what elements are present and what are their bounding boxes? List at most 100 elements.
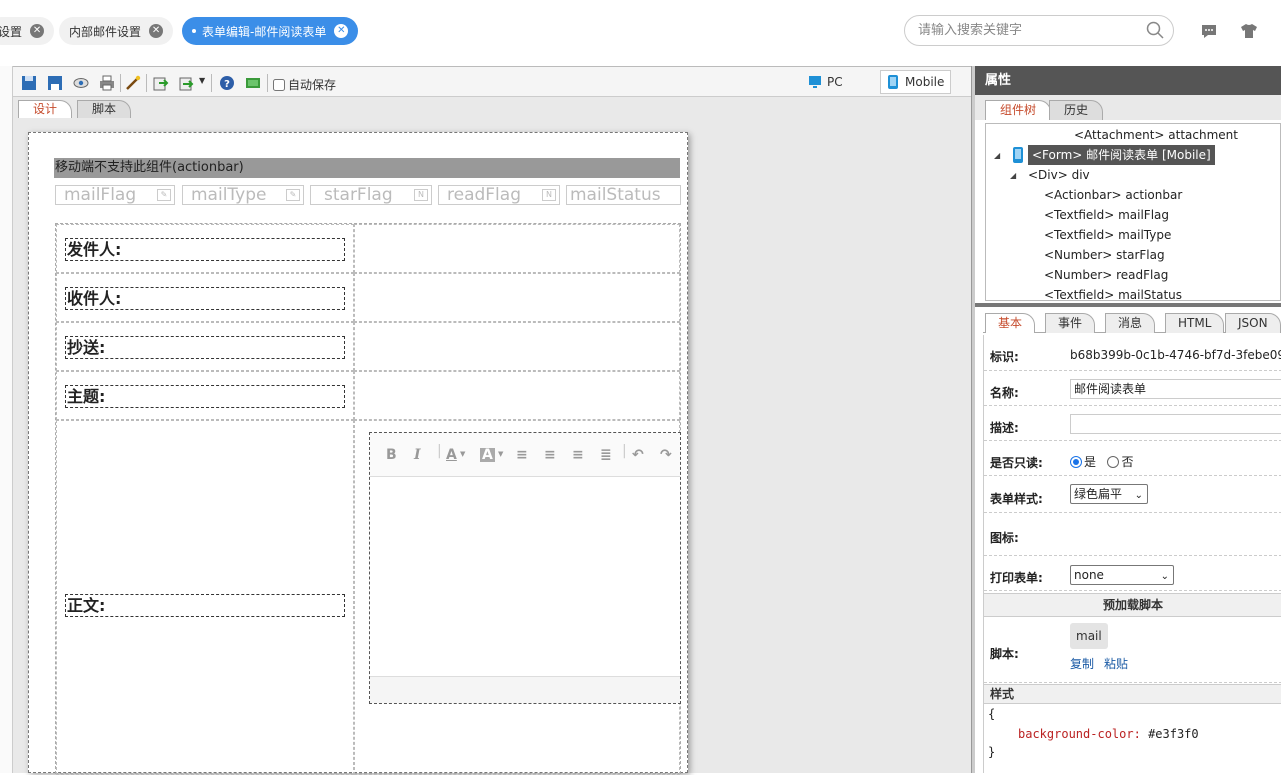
prop-row-name: 名称: 邮件阅读表单	[984, 371, 1281, 406]
tree-node-selected[interactable]: <Form> 邮件阅读表单 [Mobile]	[1028, 145, 1215, 165]
readonly-yes-radio[interactable]	[1070, 456, 1082, 468]
field-mailstatus[interactable]: mailStatus	[566, 185, 681, 205]
tree-node[interactable]: <Attachment> attachment	[1074, 125, 1238, 145]
field-readflag[interactable]: readFlag N	[438, 185, 560, 205]
table-cell-label[interactable]: 发件人:	[56, 224, 354, 273]
label-cc[interactable]: 抄送:	[65, 336, 345, 359]
autosave-check[interactable]	[273, 78, 285, 91]
skin-shirt-icon[interactable]	[1240, 22, 1258, 40]
align-justify-icon[interactable]: ≣	[600, 447, 612, 463]
table-cell-label[interactable]: 抄送:	[56, 322, 354, 371]
pc-mode-button[interactable]: PC	[803, 70, 849, 94]
field-mailflag[interactable]: mailFlag ✎	[55, 185, 175, 205]
property-list: 标识: b68b399b-0c1b-4746-bf7d-3febe09b 名称:…	[983, 335, 1281, 773]
actionbar-placeholder[interactable]: 移动端不支持此组件(actionbar)	[54, 158, 680, 178]
print-icon[interactable]	[99, 75, 115, 91]
table-cell-value[interactable]	[354, 322, 680, 371]
field-name: mailStatus	[570, 185, 661, 205]
tree-node[interactable]: <Number> readFlag	[1044, 265, 1168, 285]
field-name: mailFlag	[64, 185, 137, 205]
select-value: none	[1074, 568, 1104, 582]
component-icon[interactable]	[245, 75, 261, 91]
chevron-down-icon[interactable]: ▼	[498, 450, 503, 458]
tab-component-tree[interactable]: 组件树	[985, 100, 1052, 120]
tab-design[interactable]: 设计	[18, 100, 73, 118]
readonly-no-radio[interactable]	[1107, 456, 1120, 468]
align-right-icon[interactable]: ≡	[572, 447, 584, 463]
tab-script[interactable]: 脚本	[77, 100, 132, 118]
expand-triangle-icon[interactable]: ◢	[1010, 171, 1016, 180]
tree-node[interactable]: <Div> div	[1028, 165, 1090, 185]
tab-internal-mail-settings[interactable]: 内部邮件设置 ✕	[59, 17, 174, 45]
expand-triangle-icon[interactable]: ◢	[994, 151, 1000, 160]
tree-node[interactable]: <Textfield> mailType	[1044, 225, 1171, 245]
import-icon[interactable]	[153, 75, 169, 91]
chevron-down-icon[interactable]: ▼	[199, 76, 205, 85]
tab-settings[interactable]: 设置 ✕	[0, 17, 55, 45]
field-name: mailType	[191, 185, 267, 205]
rich-text-editor[interactable]: B I | A ▼ A ▼ ≡ ≡ ≡ ≣ | ↶ ↷	[369, 432, 681, 704]
label-sender[interactable]: 发件人:	[65, 238, 345, 261]
script-chip[interactable]: mail	[1070, 623, 1108, 649]
label-body[interactable]: 正文:	[65, 594, 345, 617]
tab-messages[interactable]: 消息	[1105, 313, 1156, 333]
tree-node[interactable]: <Actionbar> actionbar	[1044, 185, 1182, 205]
field-mailtype[interactable]: mailType ✎	[182, 185, 304, 205]
prop-row-script: 脚本: mail 复制 粘贴	[984, 617, 1281, 683]
save-as-icon[interactable]	[47, 75, 63, 91]
label-recipient[interactable]: 收件人:	[65, 287, 345, 310]
chevron-down-icon[interactable]: ▼	[460, 450, 465, 458]
table-cell-value[interactable]	[354, 371, 680, 420]
print-form-select[interactable]: none ⌄	[1070, 565, 1174, 585]
autosave-checkbox[interactable]: 自动保存	[273, 76, 336, 93]
align-center-icon[interactable]: ≡	[544, 447, 556, 463]
export-icon[interactable]	[179, 75, 195, 91]
description-input[interactable]	[1070, 414, 1281, 434]
preview-eye-icon[interactable]	[73, 75, 89, 91]
table-cell-label[interactable]: 正文:	[56, 420, 354, 775]
tab-history[interactable]: 历史	[1049, 100, 1104, 120]
tree-node[interactable]: <Number> starFlag	[1044, 245, 1165, 265]
table-cell-value[interactable]	[354, 224, 680, 273]
tab-events[interactable]: 事件	[1045, 313, 1096, 333]
name-input[interactable]: 邮件阅读表单	[1070, 379, 1281, 399]
font-color-icon[interactable]: A	[446, 447, 457, 463]
magic-wand-icon[interactable]	[125, 75, 141, 91]
save-icon[interactable]	[21, 75, 37, 91]
label-subject[interactable]: 主题:	[65, 385, 345, 408]
tab-html[interactable]: HTML	[1165, 313, 1225, 333]
align-left-icon[interactable]: ≡	[516, 447, 528, 463]
tab-basic[interactable]: 基本	[985, 313, 1036, 333]
tab-form-edit[interactable]: 表单编辑-邮件阅读表单 ✕	[182, 17, 359, 45]
close-icon[interactable]: ✕	[334, 24, 349, 38]
bold-icon[interactable]: B	[386, 447, 397, 463]
tree-splitter[interactable]	[975, 303, 1281, 307]
prop-key: 表单样式:	[990, 492, 1043, 506]
bg-color-icon[interactable]: A	[480, 448, 495, 462]
readonly-radio-group: 是 否	[1070, 453, 1133, 470]
mobile-mode-button[interactable]: Mobile	[880, 70, 952, 94]
redo-icon[interactable]: ↷	[660, 447, 672, 463]
property-tabs: 基本 事件 消息 HTML JSON	[983, 311, 1281, 333]
message-icon[interactable]	[1200, 22, 1218, 40]
tree-node[interactable]: <Textfield> mailStatus	[1044, 285, 1182, 300]
undo-icon[interactable]: ↶	[632, 447, 644, 463]
copy-link[interactable]: 复制	[1070, 655, 1094, 672]
css-editor[interactable]: { background-color: #e3f3f0 }	[984, 704, 1281, 773]
prop-key: 图标:	[990, 531, 1019, 545]
tree-node[interactable]: <Textfield> mailFlag	[1044, 205, 1169, 225]
form-style-select[interactable]: 绿色扁平 ⌄	[1070, 484, 1148, 504]
search-input[interactable]	[904, 15, 1174, 46]
field-starflag[interactable]: starFlag N	[310, 185, 432, 205]
table-cell-value[interactable]	[354, 273, 680, 322]
tab-json[interactable]: JSON	[1225, 313, 1281, 333]
search-icon[interactable]	[1146, 21, 1164, 39]
italic-icon[interactable]: I	[414, 447, 421, 463]
close-icon[interactable]: ✕	[149, 24, 164, 38]
table-cell-label[interactable]: 收件人:	[56, 273, 354, 322]
help-icon[interactable]: ?	[219, 75, 235, 91]
table-cell-label[interactable]: 主题:	[56, 371, 354, 420]
paste-link[interactable]: 粘贴	[1104, 655, 1128, 672]
close-icon[interactable]: ✕	[30, 24, 45, 38]
css-brace-close: }	[988, 745, 996, 759]
